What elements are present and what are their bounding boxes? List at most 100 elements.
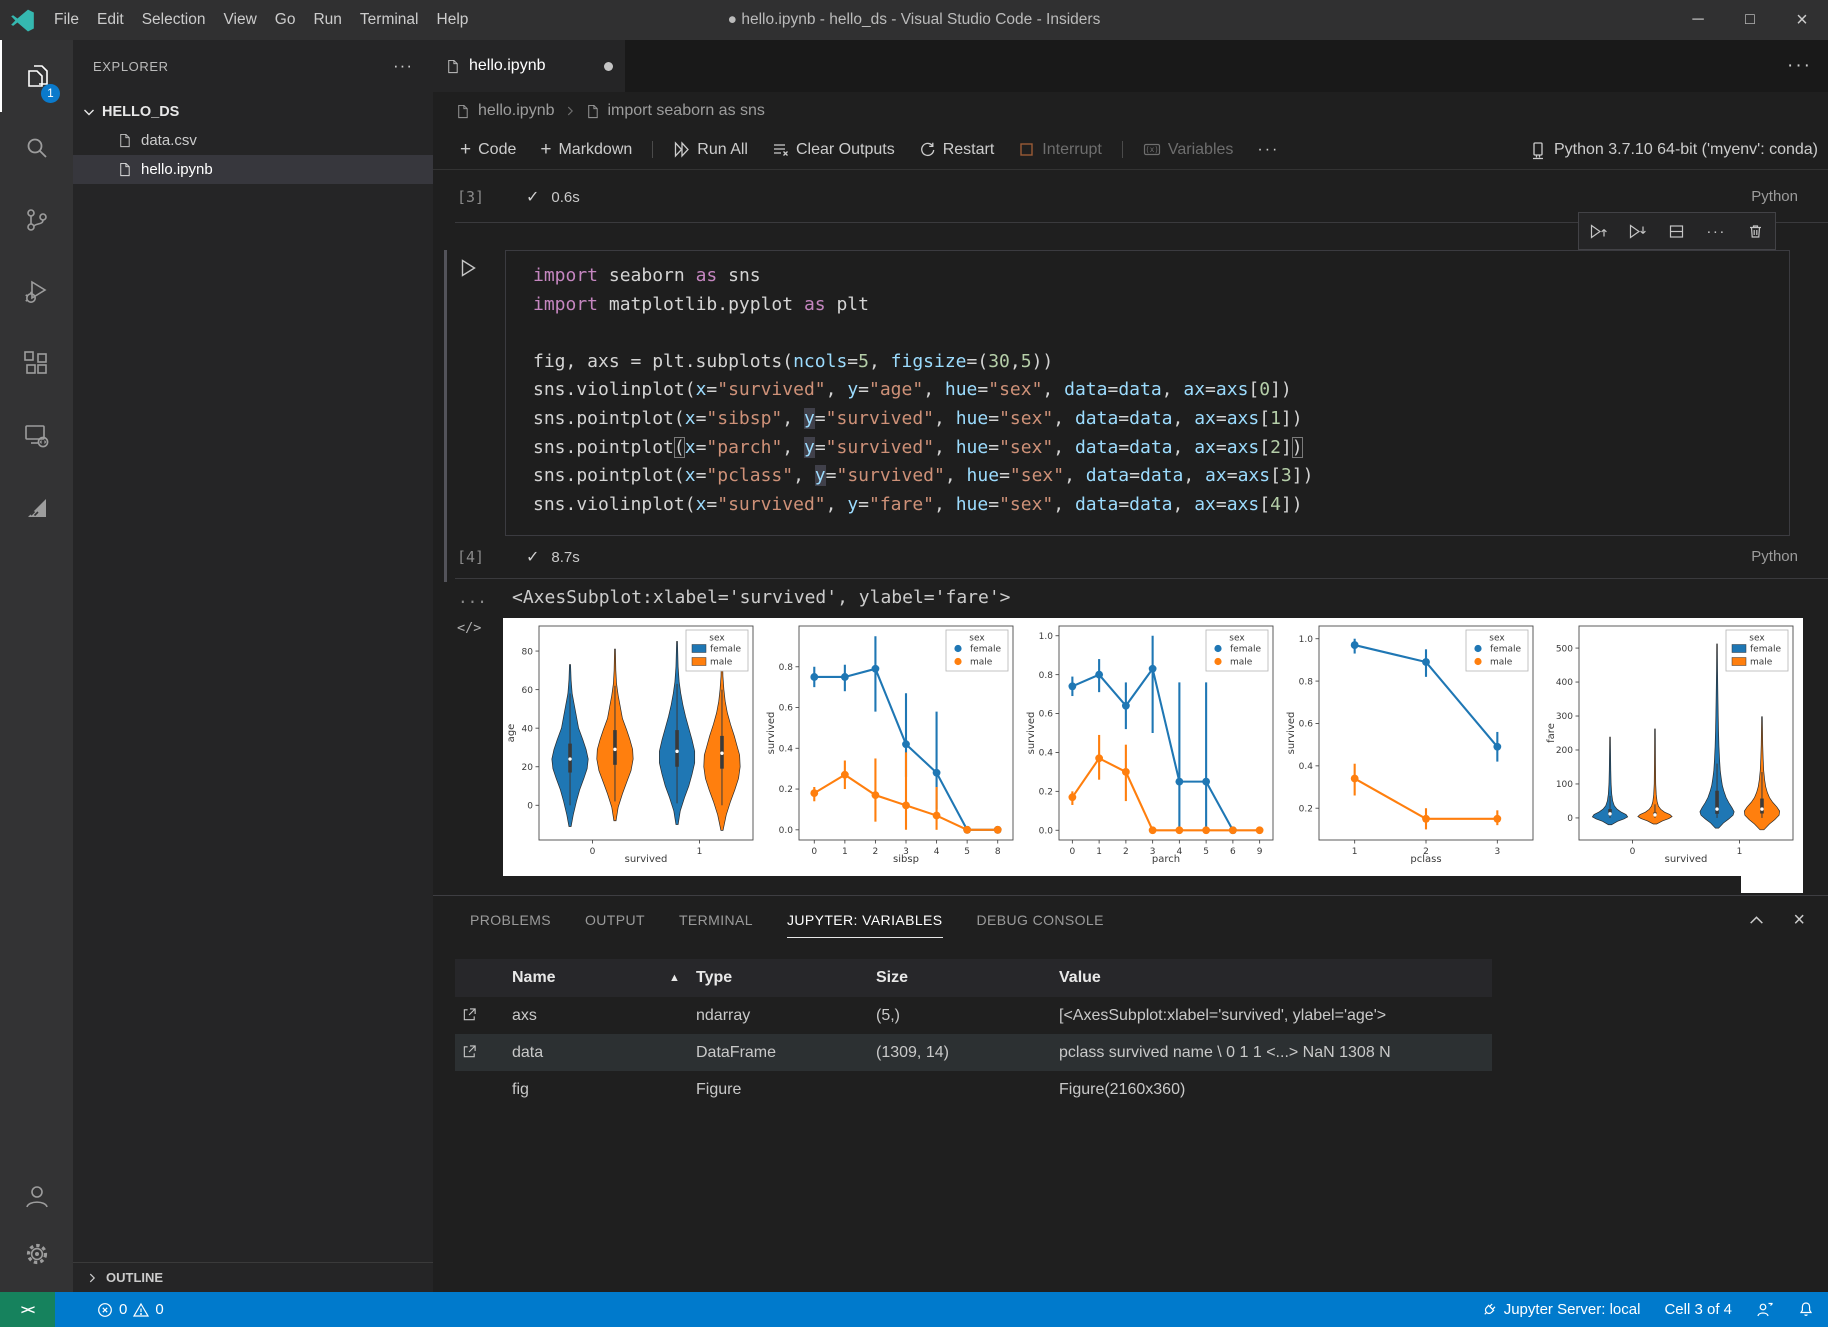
open-variable-icon[interactable]	[462, 1044, 477, 1059]
tab-jupyter-variables[interactable]: JUPYTER: VARIABLES	[787, 912, 943, 928]
settings-gear-icon[interactable]	[0, 1232, 73, 1276]
warning-count: 0	[155, 1301, 163, 1318]
svg-text:female: female	[1230, 645, 1261, 655]
svg-text:age: age	[506, 724, 517, 743]
header-type[interactable]: Type	[696, 959, 732, 997]
editor-group: hello.ipynb ··· hello.ipynb import seabo…	[433, 40, 1828, 1292]
header-value[interactable]: Value	[1059, 959, 1101, 997]
menu-help[interactable]: Help	[428, 0, 478, 40]
sort-ascending-icon[interactable]: ▲	[669, 959, 680, 997]
run-below-icon[interactable]	[1625, 218, 1651, 244]
workspace-folder[interactable]: HELLO_DS	[73, 98, 433, 126]
add-icon: +	[460, 142, 471, 158]
cell-language[interactable]: Python	[1751, 180, 1798, 214]
cell-language[interactable]: Python	[1751, 540, 1798, 574]
file-name: hello.ipynb	[141, 161, 213, 178]
variables-table-header: Name ▲ Type Size Value	[455, 959, 1492, 997]
svg-text:survived: survived	[1026, 712, 1037, 755]
chevron-down-icon	[81, 104, 97, 120]
code-cell-editor[interactable]: import seaborn as snsimport matplotlib.p…	[505, 250, 1790, 536]
explorer-icon[interactable]: 1	[0, 40, 73, 112]
run-cell-icon[interactable]	[457, 257, 479, 279]
minimize-icon[interactable]: ─	[1672, 0, 1724, 40]
breadcrumb-file[interactable]: hello.ipynb	[478, 102, 555, 120]
restart-icon	[919, 141, 936, 158]
tab-terminal[interactable]: TERMINAL	[679, 912, 753, 928]
extensions-icon[interactable]	[0, 328, 73, 400]
table-row[interactable]: dataDataFrame(1309, 14)pclass survived n…	[455, 1034, 1492, 1071]
tab-output[interactable]: OUTPUT	[585, 912, 645, 928]
header-name[interactable]: Name	[512, 959, 556, 997]
open-variable-icon[interactable]	[462, 1007, 477, 1022]
svg-text:4: 4	[934, 847, 940, 857]
svg-text:0: 0	[590, 847, 596, 857]
file-item-hello-ipynb[interactable]: hello.ipynb	[73, 155, 433, 184]
menu-terminal[interactable]: Terminal	[351, 0, 428, 40]
remote-indicator[interactable]: ><	[0, 1292, 55, 1327]
run-all-icon	[673, 141, 690, 158]
outline-section[interactable]: OUTLINE	[73, 1262, 433, 1292]
svg-text:sibsp: sibsp	[893, 854, 919, 865]
add-icon: +	[540, 142, 551, 158]
feedback-icon[interactable]	[1756, 1301, 1774, 1318]
clear-outputs-button[interactable]: Clear Outputs	[763, 130, 904, 170]
restart-button[interactable]: Restart	[910, 130, 1004, 170]
tab-hello-ipynb[interactable]: hello.ipynb	[433, 40, 625, 92]
notebook-more-actions-icon[interactable]: ···	[1248, 130, 1288, 170]
editor-more-actions-icon[interactable]: ···	[1787, 40, 1812, 92]
modified-dot-icon[interactable]	[604, 62, 613, 71]
svg-text:0: 0	[1567, 814, 1573, 824]
split-cell-icon[interactable]	[1664, 218, 1690, 244]
menu-view[interactable]: View	[214, 0, 265, 40]
file-item-data-csv[interactable]: data.csv	[73, 126, 433, 155]
svg-text:female: female	[1750, 645, 1781, 655]
maximize-panel-icon[interactable]	[1748, 912, 1765, 929]
kernel-picker[interactable]: Python 3.7.10 64-bit ('myenv': conda)	[1529, 130, 1818, 170]
breadcrumb-cell[interactable]: import seaborn as sns	[608, 102, 765, 120]
sidebar-more-actions-icon[interactable]: ···	[393, 56, 413, 76]
source-control-icon[interactable]	[0, 184, 73, 256]
svg-text:0: 0	[527, 801, 533, 811]
remote-icon: ><	[21, 1302, 34, 1317]
run-all-button[interactable]: Run All	[664, 130, 757, 170]
svg-text:0.4: 0.4	[1299, 762, 1314, 772]
problems-status[interactable]: 0 0	[97, 1301, 164, 1318]
menu-go[interactable]: Go	[266, 0, 305, 40]
menu-edit[interactable]: Edit	[88, 0, 133, 40]
success-check-icon: ✓	[526, 187, 539, 207]
menu-selection[interactable]: Selection	[133, 0, 215, 40]
custom-extension-icon[interactable]	[0, 472, 73, 544]
search-icon[interactable]	[0, 112, 73, 184]
plot-output-image: 02040608001survivedagesexfemalemale 0.00…	[503, 618, 1803, 876]
menu-run[interactable]: Run	[304, 0, 350, 40]
cell-indicator[interactable]: Cell 3 of 4	[1664, 1301, 1732, 1318]
close-panel-icon[interactable]: ×	[1793, 909, 1805, 932]
panel-tab-bar: PROBLEMS OUTPUT TERMINAL JUPYTER: VARIAB…	[433, 896, 1828, 944]
add-code-button[interactable]: +Code	[451, 130, 525, 170]
cell-value: pclass survived name \ 0 1 1 <...> NaN 1…	[1059, 1034, 1391, 1071]
cell-more-actions-icon[interactable]: ···	[1703, 218, 1729, 244]
tab-debug-console[interactable]: DEBUG CONSOLE	[977, 912, 1104, 928]
jupyter-server-status[interactable]: Jupyter Server: local	[1481, 1301, 1641, 1318]
file-icon	[117, 162, 132, 177]
menu-file[interactable]: File	[45, 0, 88, 40]
table-row[interactable]: figFigureFigure(2160x360)	[455, 1071, 1492, 1108]
run-above-icon[interactable]	[1586, 218, 1612, 244]
bell-icon[interactable]	[1798, 1301, 1814, 1318]
close-icon[interactable]: ×	[1776, 0, 1828, 40]
remote-explorer-icon[interactable]	[0, 400, 73, 472]
tab-problems[interactable]: PROBLEMS	[470, 912, 551, 928]
code-output-icon[interactable]: </>	[457, 620, 481, 636]
delete-cell-icon[interactable]	[1742, 218, 1768, 244]
header-size[interactable]: Size	[876, 959, 908, 997]
table-row[interactable]: axsndarray(5,)[<AxesSubplot:xlabel='surv…	[455, 997, 1492, 1034]
cell-type: Figure	[696, 1071, 741, 1108]
svg-text:pclass: pclass	[1410, 854, 1441, 865]
account-icon[interactable]	[0, 1174, 73, 1218]
svg-text:1: 1	[697, 847, 703, 857]
maximize-icon[interactable]: □	[1724, 0, 1776, 40]
add-markdown-button[interactable]: +Markdown	[531, 130, 641, 170]
subplot-point-sibsp: 0.00.20.40.60.80123458sibspsurvivedsexfe…	[763, 618, 1023, 876]
svg-text:20: 20	[522, 763, 534, 773]
run-debug-icon[interactable]	[0, 256, 73, 328]
